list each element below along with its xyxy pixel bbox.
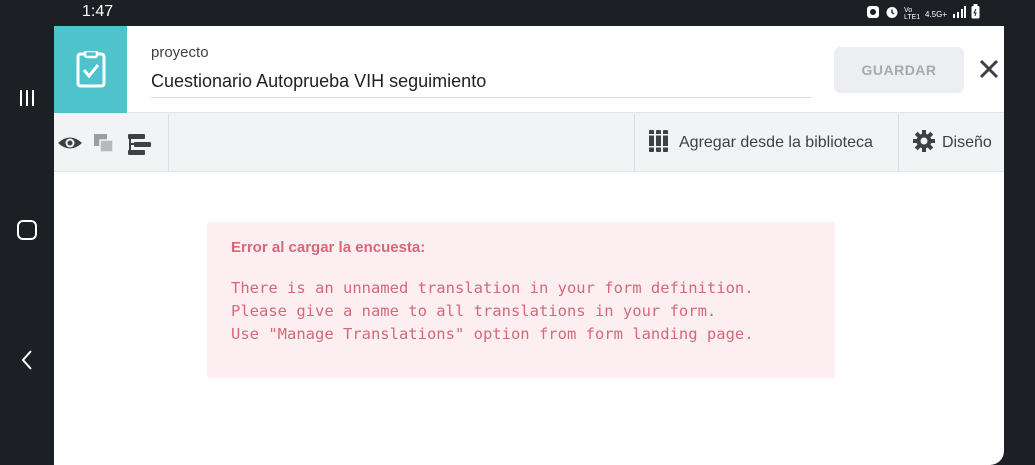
structure-icon[interactable] — [126, 132, 152, 161]
project-name-input[interactable] — [151, 66, 811, 98]
add-from-library-label: Agregar desde la biblioteca — [679, 134, 873, 151]
signal-icon — [952, 5, 966, 23]
design-label: Diseño — [942, 134, 992, 151]
back-icon[interactable] — [0, 348, 54, 372]
toolbar-divider — [634, 114, 635, 172]
toolbar-divider — [898, 114, 899, 172]
home-icon[interactable] — [0, 219, 54, 241]
preview-eye-icon[interactable] — [56, 132, 84, 159]
battery-icon — [971, 4, 980, 24]
library-books-icon — [648, 129, 672, 158]
network-label: 4.5G+ — [924, 9, 947, 19]
status-time: 1:47 — [82, 3, 114, 20]
toolbar-divider — [168, 114, 169, 172]
add-from-library-button[interactable]: Agregar desde la biblioteca — [648, 114, 873, 172]
form-toolbar: Agregar desde la biblioteca Diseño — [54, 114, 1004, 172]
sim-label: Vo LTE1 — [903, 7, 921, 21]
gear-icon — [912, 129, 936, 158]
status-icons: Vo LTE1 4.5G+ — [866, 4, 980, 24]
status-bar: 1:47 Vo LTE1 4.5G+ — [54, 0, 1004, 26]
error-message: There is an unnamed translation in your … — [231, 279, 754, 343]
error-alert: Error al cargar la encuesta: There is an… — [207, 222, 835, 378]
error-title: Error al cargar la encuesta: — [231, 239, 426, 256]
close-icon[interactable] — [974, 54, 1004, 84]
project-label: proyecto — [151, 44, 209, 61]
save-button[interactable]: GUARDAR — [834, 47, 964, 93]
form-builder-app: proyecto GUARDAR Agregar desde la biblio… — [54, 26, 1004, 465]
android-nav-bar — [0, 0, 54, 465]
duplicate-icon[interactable] — [92, 132, 116, 159]
form-check-icon — [76, 50, 105, 87]
app-notification-icon — [866, 5, 880, 24]
form-header: proyecto GUARDAR — [54, 26, 1004, 113]
recents-icon[interactable] — [0, 88, 54, 108]
app-logo[interactable] — [54, 26, 127, 113]
alarm-icon — [885, 5, 899, 24]
design-button[interactable]: Diseño — [912, 114, 992, 172]
